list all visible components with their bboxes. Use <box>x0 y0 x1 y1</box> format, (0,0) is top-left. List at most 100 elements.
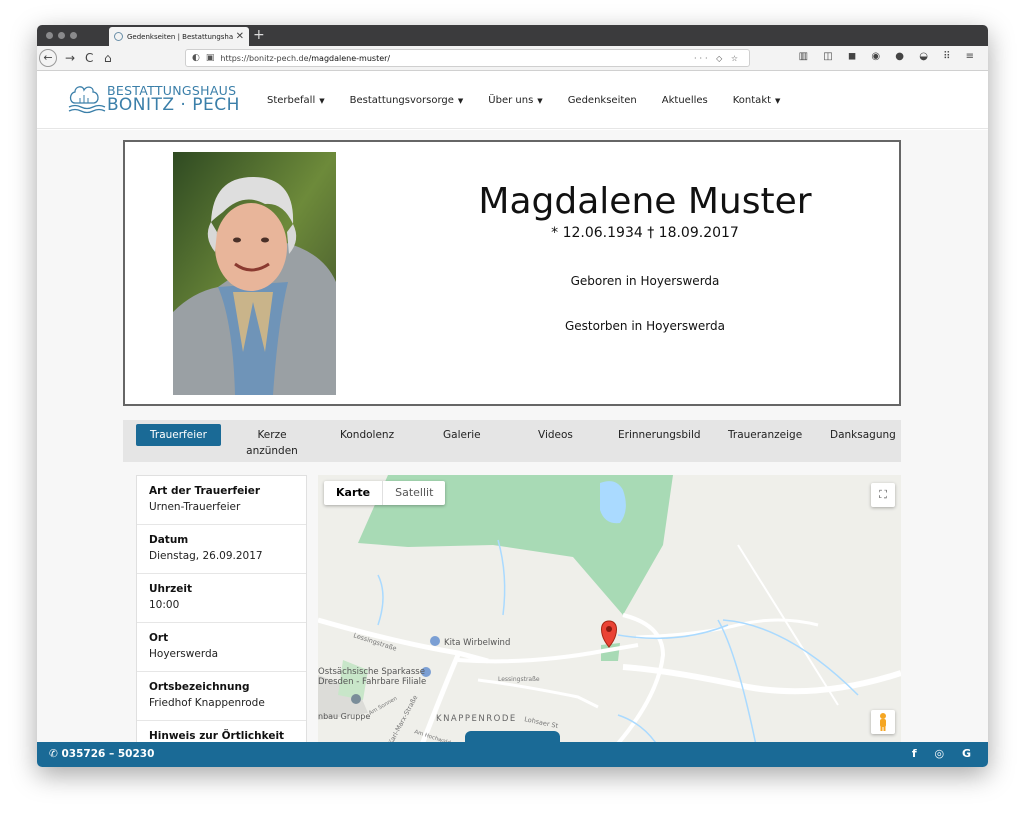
map-label-bau: nbau Gruppe <box>318 712 370 721</box>
reload-icon[interactable]: C <box>85 50 93 66</box>
tab-kerze-anzuenden[interactable]: Kerze anzünden <box>240 427 304 459</box>
memorial-tabs: Trauerfeier Kerze anzünden Kondolenz Gal… <box>123 420 901 462</box>
menu-item-gedenkseiten[interactable]: Gedenkseiten <box>568 95 637 106</box>
url-text[interactable]: https://bonitz-pech.de/magdalene-muster/ <box>220 54 694 63</box>
tab-galerie[interactable]: Galerie <box>443 427 481 443</box>
browser-navbar: ← → C ⌂ ◐ ▣ https://bonitz-pech.de/magda… <box>37 46 988 71</box>
map-label-knappenrode: KNAPPENRODE <box>436 714 517 724</box>
location-pin-icon[interactable] <box>601 620 617 648</box>
caret-down-icon: ▼ <box>319 96 325 105</box>
menu-item-label: Gedenkseiten <box>567 94 637 106</box>
menu-item-label: Bestattungsvorsorge <box>349 94 454 106</box>
kita-poi-icon[interactable] <box>430 636 440 646</box>
tree-logo-icon <box>68 86 106 114</box>
menu-item-sterbefall[interactable]: Sterbefall ▼ <box>267 95 325 106</box>
address-bar[interactable]: ◐ ▣ https://bonitz-pech.de/magdalene-mus… <box>185 49 750 67</box>
info-value: Urnen-Trauerfeier <box>149 501 241 513</box>
info-value: Hoyerswerda <box>149 648 219 660</box>
menu-item-label: Über uns <box>488 94 534 106</box>
minimize-window-dot[interactable] <box>58 32 65 39</box>
more-icon: ··· <box>693 53 711 63</box>
map-label-lessing-2: Lessingstraße <box>498 676 540 683</box>
site-header: BESTATTUNGSHAUS BONITZ · PECH Sterbefall… <box>37 71 988 129</box>
shield-icon[interactable]: ◐ <box>192 53 200 63</box>
phone-text: 035726 – 50230 <box>61 748 155 760</box>
browser-window: Gedenkseiten | Bestattungshau ✕ + ← → C … <box>37 25 988 767</box>
page-content: Magdalene Muster * 12.06.1934 † 18.09.20… <box>37 130 988 742</box>
map-label-am-sonnen: Am Sonnen <box>368 695 399 716</box>
caret-down-icon: ▼ <box>457 96 464 105</box>
menu-item-label: Aktuelles <box>661 94 708 106</box>
caret-down-icon: ▼ <box>537 96 543 105</box>
phone-number[interactable]: ✆ 035726 – 50230 <box>49 748 154 760</box>
favicon-icon <box>114 32 123 41</box>
map-type-karte-button[interactable]: Karte <box>324 481 382 505</box>
info-label: Art der Trauerfeier <box>149 485 261 497</box>
map-label-kita: Kita Wirbelwind <box>444 638 510 648</box>
location-map[interactable]: Kita Wirbelwind Ostsächsische Sparkasse … <box>318 475 901 742</box>
info-label: Datum <box>149 534 189 546</box>
info-value: Friedhof Knappenrode <box>149 697 265 709</box>
menu-item-aktuelles[interactable]: Aktuelles <box>662 95 708 106</box>
memorial-hero: Magdalene Muster * 12.06.1934 † 18.09.20… <box>123 140 901 406</box>
browser-tab-active[interactable]: Gedenkseiten | Bestattungshau ✕ <box>109 27 249 46</box>
maximize-window-dot[interactable] <box>70 32 77 39</box>
map-canvas[interactable]: Kita Wirbelwind Ostsächsische Sparkasse … <box>318 475 901 742</box>
tab-traueranzeige[interactable]: Traueranzeige <box>728 427 802 443</box>
info-value: 10:00 <box>149 599 180 611</box>
info-row: Ortsbezeichnung Friedhof Knappenrode <box>137 672 306 721</box>
info-label: Uhrzeit <box>149 583 193 595</box>
pegman-icon[interactable] <box>871 710 895 734</box>
fullscreen-icon[interactable]: ⛶ <box>871 483 895 507</box>
page-actions-icon[interactable]: ··· ◇ ☆ <box>694 54 741 63</box>
place-poi-icon[interactable] <box>351 694 361 704</box>
caret-down-icon: ▼ <box>775 96 781 105</box>
tab-trauerfeier[interactable]: Trauerfeier <box>136 424 221 446</box>
browser-tabbar: Gedenkseiten | Bestattungshau ✕ + <box>37 25 988 46</box>
ceremony-info: Art der Trauerfeier Urnen-Trauerfeier Dat… <box>136 475 307 742</box>
lock-icon[interactable]: ▣ <box>206 53 215 63</box>
back-arrow-icon[interactable]: ← <box>39 49 57 67</box>
person-name: Magdalene Muster <box>478 181 812 222</box>
info-label: Ortsbezeichnung <box>149 681 250 693</box>
home-icon[interactable]: ⌂ <box>104 50 112 66</box>
map-label-am-hochwald: Am Hochwald <box>413 729 451 742</box>
info-label: Hinweis zur Örtlichkeit <box>149 730 285 742</box>
tab-videos[interactable]: Videos <box>538 427 573 443</box>
info-row: Uhrzeit 10:00 <box>137 574 306 623</box>
site-logo[interactable]: BESTATTUNGSHAUS BONITZ · PECH <box>67 81 240 117</box>
url-domain: https://bonitz-pech.de <box>220 53 309 63</box>
tab-close-icon[interactable]: ✕ <box>236 31 244 42</box>
logo-text-bottom: BONITZ · PECH <box>107 95 240 115</box>
bottom-tab-handle[interactable] <box>465 731 560 745</box>
menu-item-kontakt[interactable]: Kontakt ▼ <box>733 95 781 106</box>
person-dates: * 12.06.1934 † 18.09.2017 <box>551 225 739 241</box>
info-row: Art der Trauerfeier Urnen-Trauerfeier <box>137 476 306 525</box>
main-menu: Sterbefall ▼ Bestattungsvorsorge ▼ Über un… <box>267 71 805 129</box>
info-row: Hinweis zur Örtlichkeit <box>137 721 306 742</box>
tab-kondolenz[interactable]: Kondolenz <box>340 427 394 443</box>
map-type-satellit-button[interactable]: Satellit <box>382 481 445 505</box>
new-tab-button[interactable]: + <box>253 26 265 44</box>
menu-item-bestattungsvorsorge[interactable]: Bestattungsvorsorge ▼ <box>350 95 464 106</box>
close-window-dot[interactable] <box>46 32 53 39</box>
info-row: Ort Hoyerswerda <box>137 623 306 672</box>
info-label: Ort <box>149 632 169 644</box>
portrait-photo <box>173 152 336 395</box>
map-label-lohsaer: Lohsaer St <box>524 715 560 730</box>
memorial-text: Magdalene Muster * 12.06.1934 † 18.09.20… <box>455 180 835 333</box>
social-icons[interactable]: f ◎ G <box>912 747 978 760</box>
tab-danksagung[interactable]: Danksagung <box>830 427 896 443</box>
url-path: /magdalene-muster/ <box>308 53 391 63</box>
info-value: Dienstag, 26.09.2017 <box>149 550 263 562</box>
birthplace: Geboren in Hoyerswerda <box>570 274 720 288</box>
menu-item-ueber-uns[interactable]: Über uns ▼ <box>488 95 542 106</box>
forward-arrow-icon[interactable]: → <box>65 50 75 66</box>
tab-erinnerungsbild[interactable]: Erinnerungsbild <box>618 427 701 443</box>
toolbar-extension-icons[interactable]: ▥ ◫ ◼ ◉ ● ◒ ⠿ ≡ <box>799 51 980 62</box>
tab-title: Gedenkseiten | Bestattungshau <box>127 32 233 41</box>
contact-bar: ✆ 035726 – 50230 f ◎ G <box>37 731 988 767</box>
map-type-control: Karte Satellit <box>324 481 446 505</box>
menu-item-label: Kontakt <box>732 94 772 106</box>
menu-item-label: Sterbefall <box>267 94 316 106</box>
